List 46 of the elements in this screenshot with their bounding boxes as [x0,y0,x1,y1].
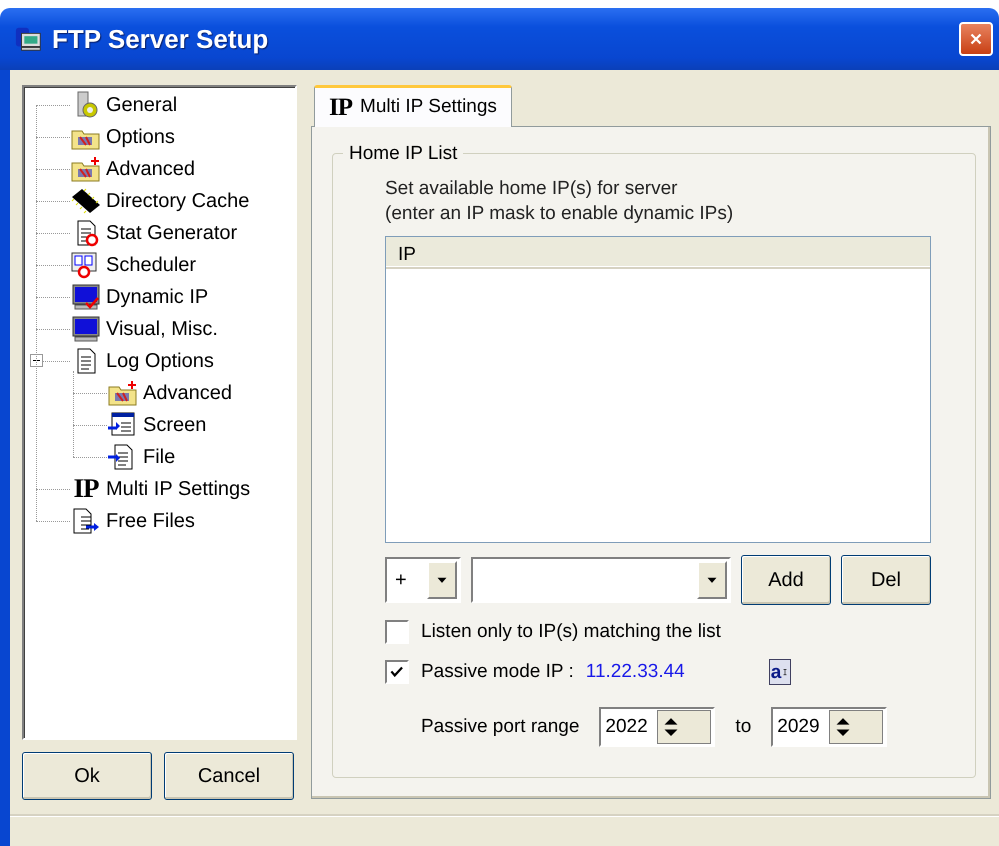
tree-item[interactable]: Screen [143,410,206,440]
folder-icon [107,379,139,407]
collapse-toggle[interactable] [30,354,43,367]
tree-item[interactable]: File [143,442,176,472]
checkbox-label[interactable]: Passive mode IP : [421,658,574,686]
tree-item[interactable]: Log Options [106,346,214,376]
checkbox[interactable] [385,660,409,684]
edit-button[interactable]: a [768,659,792,685]
ip-glyph: IP [329,95,352,120]
check-icon [388,664,406,680]
port-spinner[interactable]: 2022 [599,707,716,747]
tree-item[interactable]: Visual, Misc. [106,314,218,344]
tree-item[interactable]: General [106,90,178,120]
tree-item[interactable]: Stat Generator [106,218,238,248]
port-range-label: Passive port range [421,714,580,739]
ip-glyph: IP [72,475,100,503]
description-text: (enter an IP mask to enable dynamic IPs) [385,202,734,226]
monitor-check-icon [70,283,102,311]
tab[interactable]: IP Multi IP Settings [314,85,512,127]
checkbox[interactable] [385,620,409,644]
dialog-button[interactable]: Ok [22,752,152,800]
checkbox-label[interactable]: Listen only to IP(s) matching the list [421,618,721,646]
sign-dropdown[interactable]: + [385,557,461,603]
tree-item[interactable]: Multi IP Settings [106,474,250,504]
description-text: Set available home IP(s) for server [385,177,679,201]
window-title: FTP Server Setup [52,22,268,56]
ip-list[interactable]: IP [385,236,931,543]
chip-icon [70,187,102,215]
action-button[interactable]: Del [841,555,931,605]
tree-item[interactable]: Scheduler [106,250,196,280]
monitor-icon [70,315,102,343]
action-button[interactable]: Add [741,555,831,605]
range-separator: to [735,714,752,739]
close-button[interactable] [959,22,993,56]
tree-item[interactable]: Advanced [106,154,195,184]
tree-item[interactable]: Free Files [106,506,195,536]
tree-item[interactable]: Dynamic IP [106,282,208,312]
port-spinner[interactable]: 2029 [771,707,888,747]
tree-item[interactable]: Directory Cache [106,186,250,216]
tree-item[interactable]: Options [106,122,175,152]
ip-value: 11.22.33.44 [586,660,685,684]
dialog-button[interactable]: Cancel [164,752,294,800]
ip-dropdown[interactable] [471,557,731,603]
folder-icon [70,155,102,183]
tree-item[interactable]: Advanced [143,378,232,408]
column-header[interactable]: IP [398,241,416,263]
